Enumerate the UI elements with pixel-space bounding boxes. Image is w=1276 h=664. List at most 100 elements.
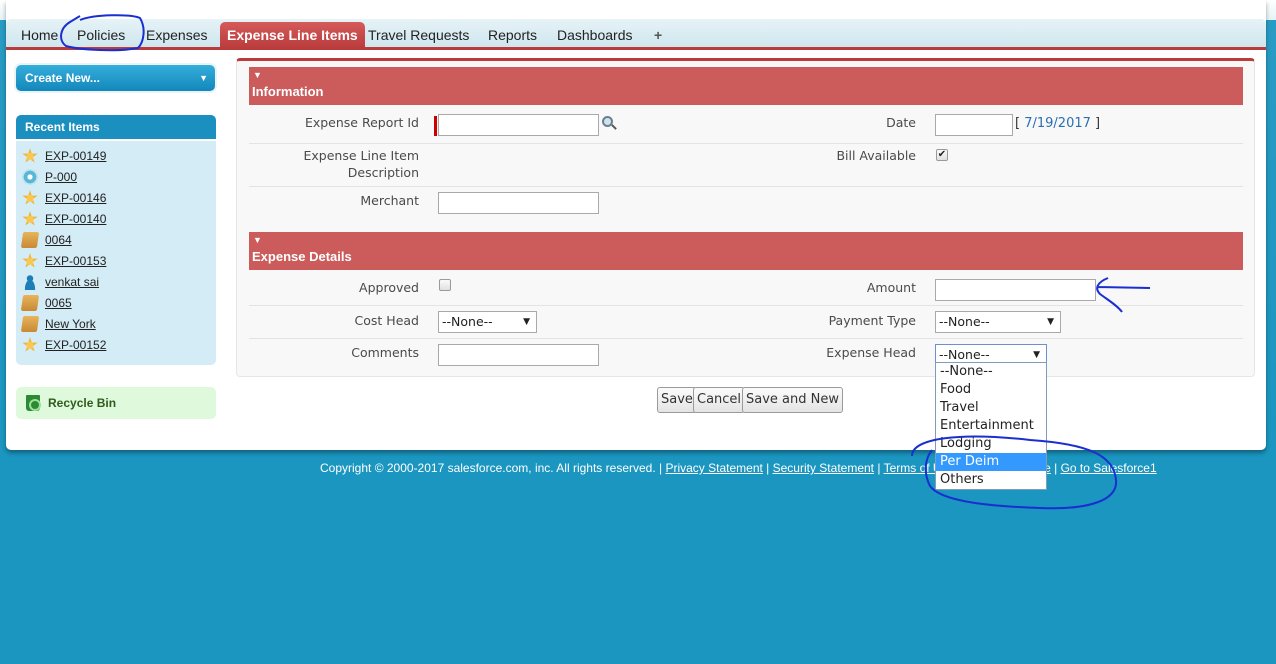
row-divider (249, 186, 1243, 187)
chevron-down-icon: ▼ (523, 317, 530, 327)
recycle-bin-link[interactable]: Recycle Bin (16, 387, 216, 419)
tab-policies[interactable]: Policies (70, 22, 132, 48)
travel-box-icon (20, 295, 40, 311)
list-item[interactable]: EXP-00146 (22, 188, 106, 208)
list-item[interactable]: EXP-00149 (22, 146, 106, 166)
recent-items-list: EXP-00149 P-000 EXP-00146 EXP-00140 0064… (16, 141, 216, 365)
date-today: [ 7/19/2017 ] (1015, 116, 1100, 131)
merchant-input[interactable] (438, 192, 599, 214)
merchant-label: Merchant (360, 193, 419, 208)
expense-star-icon (22, 211, 38, 226)
separator: | (874, 461, 884, 475)
expense-head-dropdown: --None-- Food Travel Entertainment Lodgi… (935, 362, 1047, 490)
list-item[interactable]: New York (20, 314, 96, 334)
copyright-text: Copyright © 2000-2017 salesforce.com, in… (320, 461, 666, 475)
separator: | (1050, 461, 1061, 475)
description-label-line2: Description (347, 165, 419, 180)
recent-item-link[interactable]: venkat sai (45, 275, 99, 289)
dropdown-option[interactable]: --None-- (936, 363, 1046, 381)
recent-item-link[interactable]: EXP-00149 (45, 149, 106, 163)
chevron-down-icon: ▼ (199, 73, 208, 83)
list-item[interactable]: 0065 (20, 293, 72, 313)
dropdown-option[interactable]: Others (936, 471, 1046, 489)
list-item[interactable]: venkat sai (22, 272, 99, 292)
today-date-link[interactable]: 7/19/2017 (1024, 116, 1091, 131)
recent-item-link[interactable]: EXP-00153 (45, 254, 106, 268)
tab-dashboards[interactable]: Dashboards (550, 22, 640, 48)
expense-star-icon (22, 253, 38, 268)
save-and-new-button[interactable]: Save and New (742, 387, 843, 413)
collapse-icon[interactable]: ▼ (253, 235, 262, 245)
bill-available-label: Bill Available (836, 148, 916, 163)
row-divider (249, 305, 1243, 306)
expense-head-value: --None-- (939, 347, 990, 362)
date-label: Date (886, 115, 916, 130)
list-item[interactable]: EXP-00153 (22, 251, 106, 271)
tab-travel-requests[interactable]: Travel Requests (361, 22, 476, 48)
recent-item-link[interactable]: 0065 (45, 296, 72, 310)
payment-type-label: Payment Type (828, 313, 916, 328)
edit-form: ▼ Information Expense Report Id Date [ 7… (236, 58, 1255, 377)
comments-input[interactable] (438, 344, 599, 366)
list-item[interactable]: P-000 (22, 167, 77, 187)
recycle-bin-icon (26, 395, 41, 411)
recent-item-link[interactable]: EXP-00152 (45, 338, 106, 352)
bracket-close: ] (1090, 116, 1101, 131)
cost-head-select[interactable]: --None-- ▼ (438, 311, 537, 333)
plus-icon[interactable]: + (647, 22, 669, 48)
tab-expense-line-items[interactable]: Expense Line Items (220, 22, 365, 50)
expense-report-id-input[interactable] (438, 114, 599, 136)
travel-box-icon (20, 232, 40, 248)
dropdown-option[interactable]: Entertainment (936, 417, 1046, 435)
create-new-button[interactable]: Create New... ▼ (16, 65, 215, 91)
expense-head-label: Expense Head (826, 345, 916, 360)
create-new-label: Create New... (25, 71, 100, 85)
recycle-bin-label: Recycle Bin (48, 395, 117, 410)
cost-head-label: Cost Head (354, 313, 419, 328)
bill-available-checkbox[interactable]: ✔ (936, 149, 948, 161)
collapse-icon[interactable]: ▼ (253, 70, 262, 80)
expense-star-icon (22, 148, 38, 163)
dropdown-option[interactable]: Travel (936, 399, 1046, 417)
privacy-statement-link[interactable]: Privacy Statement (665, 461, 762, 475)
security-statement-link[interactable]: Security Statement (773, 461, 874, 475)
row-divider (249, 338, 1243, 339)
list-item[interactable]: 0064 (20, 230, 72, 250)
section-header-expense-details[interactable]: ▼ Expense Details (249, 232, 1243, 270)
dropdown-option[interactable]: Lodging (936, 435, 1046, 453)
amount-label: Amount (866, 280, 916, 295)
recent-item-link[interactable]: EXP-00140 (45, 212, 106, 226)
recent-items-header: Recent Items (16, 115, 216, 139)
recent-item-link[interactable]: New York (45, 317, 96, 331)
dropdown-option[interactable]: Food (936, 381, 1046, 399)
save-button[interactable]: Save (657, 387, 697, 413)
expense-star-icon (22, 337, 38, 352)
separator: | (762, 461, 773, 475)
chevron-down-icon: ▼ (1047, 317, 1054, 327)
tab-expenses[interactable]: Expenses (139, 22, 214, 48)
bracket-open: [ (1015, 116, 1025, 131)
approved-label: Approved (359, 280, 419, 295)
approved-checkbox[interactable] (439, 279, 451, 291)
travel-box-icon (20, 316, 40, 332)
lookup-search-icon[interactable] (601, 116, 619, 132)
section-header-information[interactable]: ▼ Information (249, 67, 1243, 105)
cancel-button[interactable]: Cancel (693, 387, 746, 413)
dropdown-option-highlighted[interactable]: Per Deim (936, 453, 1046, 471)
tab-home[interactable]: Home (14, 22, 65, 48)
payment-type-select[interactable]: --None-- ▼ (935, 311, 1061, 333)
list-item[interactable]: EXP-00152 (22, 335, 106, 355)
date-input[interactable] (935, 114, 1013, 136)
amount-input[interactable] (935, 279, 1096, 301)
recent-item-link[interactable]: EXP-00146 (45, 191, 106, 205)
row-divider (249, 143, 1243, 144)
go-to-salesforce1-link[interactable]: Go to Salesforce1 (1061, 461, 1157, 475)
list-item[interactable]: EXP-00140 (22, 209, 106, 229)
description-label-line1: Expense Line Item (303, 148, 420, 163)
required-indicator (434, 116, 437, 136)
tab-reports[interactable]: Reports (481, 22, 544, 48)
comments-label: Comments (351, 345, 419, 360)
recent-item-link[interactable]: 0064 (45, 233, 72, 247)
recent-item-link[interactable]: P-000 (45, 170, 77, 184)
cost-head-value: --None-- (442, 314, 493, 329)
